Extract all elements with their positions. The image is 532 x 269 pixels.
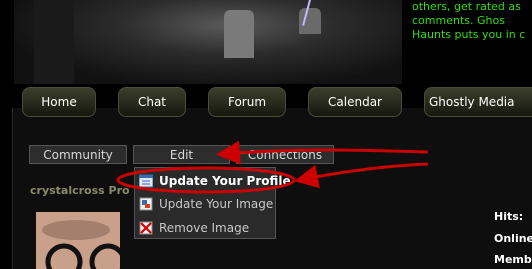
menu-item-label: Update Your Image <box>159 197 274 211</box>
profile-avatar <box>36 212 120 269</box>
profile-username: crystalcross Pro <box>30 184 130 197</box>
avatar-illustration <box>36 212 120 269</box>
tab-label: Connections <box>247 147 323 162</box>
menu-item-label: Remove Image <box>159 221 250 235</box>
menu-item-label: Update Your Profile <box>159 174 291 188</box>
edit-dropdown-menu: Update Your Profile Update Your Image Re… <box>134 167 291 239</box>
nav-chat[interactable]: Chat <box>118 87 186 117</box>
tab-edit[interactable]: Edit <box>133 145 230 164</box>
stat-hits-label: Hits: <box>494 210 524 223</box>
promo-line: others, get rated as <box>412 0 521 13</box>
menu-item-update-image[interactable]: Update Your Image <box>139 194 273 214</box>
promo-line: comments. Ghos <box>412 14 505 27</box>
tab-connections[interactable]: Connections <box>236 145 334 164</box>
nav-label: Forum <box>227 95 267 109</box>
stat-online-label: Online <box>494 232 532 245</box>
menu-item-update-profile[interactable]: Update Your Profile <box>139 171 291 191</box>
tab-label: Edit <box>169 147 194 162</box>
image-icon <box>139 197 153 211</box>
nav-home[interactable]: Home <box>22 87 96 117</box>
promo-line: Haunts puts you in c <box>412 28 526 41</box>
nav-forum[interactable]: Forum <box>208 87 286 117</box>
header-banner-image <box>14 0 402 84</box>
stat-member-label: Memb <box>494 253 532 266</box>
nav-label: Calendar <box>328 95 382 109</box>
main-nav: Home Chat Forum Calendar Ghostly Media <box>0 87 532 117</box>
remove-x-icon <box>139 221 153 235</box>
nav-calendar[interactable]: Calendar <box>308 87 402 117</box>
nav-label: Home <box>41 95 77 109</box>
promo-text: others, get rated as comments. Ghos Haun… <box>412 0 532 44</box>
menu-item-remove-image[interactable]: Remove Image <box>139 218 273 238</box>
nav-label: Ghostly Media <box>429 95 515 109</box>
tab-community[interactable]: Community <box>29 145 127 164</box>
tab-label: Community <box>43 147 113 162</box>
profile-card-icon <box>139 174 153 188</box>
nav-ghostly-media[interactable]: Ghostly Media <box>424 87 532 117</box>
nav-label: Chat <box>137 95 167 109</box>
